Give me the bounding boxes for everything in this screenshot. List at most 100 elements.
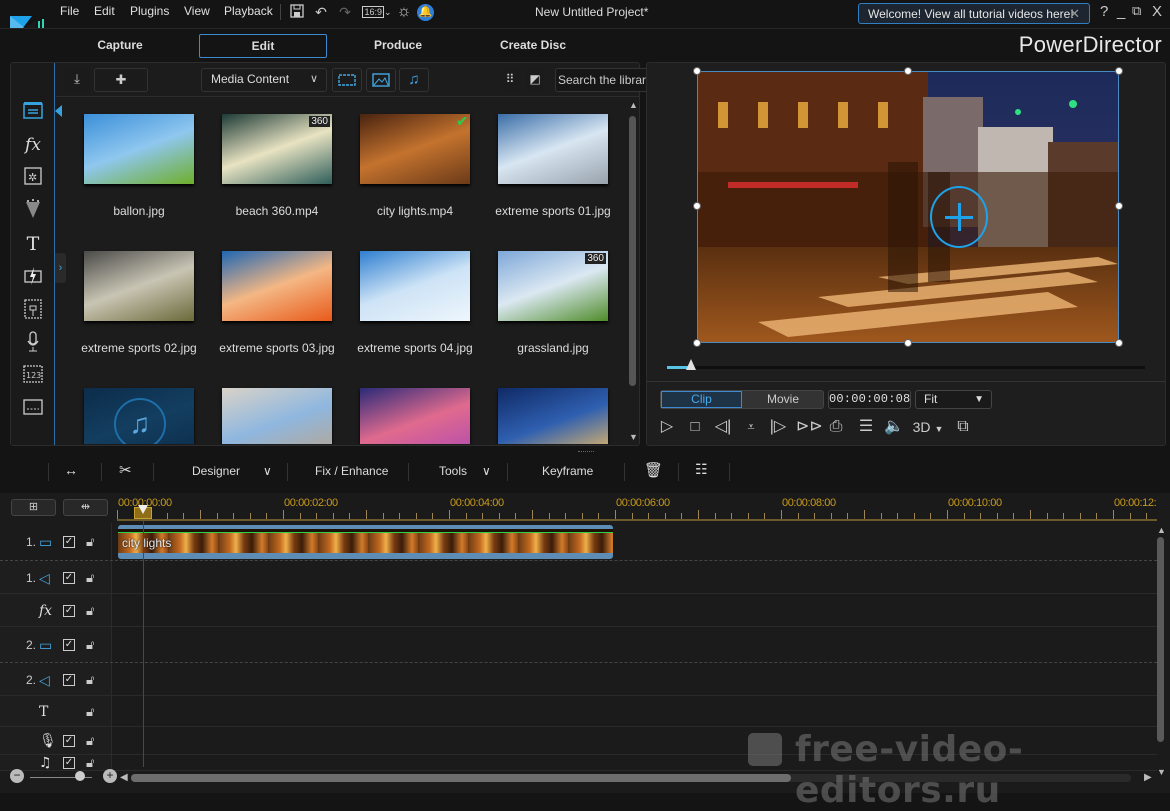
transition-room-icon[interactable]	[21, 266, 45, 290]
track-lock-icon[interactable]: 🔓︎	[86, 755, 94, 771]
track-lock-icon[interactable]: 🔓︎	[86, 603, 94, 619]
scroll-up-arrow[interactable]: ▲	[629, 100, 638, 110]
content-filter-dropdown[interactable]: Media Content ∨	[201, 68, 327, 92]
media-room-icon[interactable]	[21, 101, 45, 125]
resize-handle-tr[interactable]	[1115, 67, 1123, 75]
resize-handle-br[interactable]	[1115, 339, 1123, 347]
resize-handle-left[interactable]	[693, 202, 701, 210]
subtitle-list-icon[interactable]: ☰	[855, 416, 877, 438]
scissors-icon[interactable]: ✂	[119, 461, 132, 479]
redo-icon[interactable]: ↷	[336, 4, 354, 20]
library-item[interactable]: extreme sports 03.jpg	[208, 251, 346, 381]
resize-handle-bl[interactable]	[693, 339, 701, 347]
tab-capture[interactable]: Capture	[70, 34, 170, 58]
menu-view[interactable]: View	[184, 4, 210, 18]
timecode-field[interactable]: 00:00:00:08	[828, 390, 911, 409]
track-lock-icon[interactable]: 🔓︎	[86, 733, 94, 749]
library-item[interactable]: extreme sports 04.jpg	[346, 251, 484, 381]
timeline-clip-city-lights[interactable]: city lights	[118, 525, 613, 559]
library-item[interactable]	[484, 388, 622, 444]
chevron-down-icon[interactable]: ∨	[482, 464, 491, 478]
track-enable-checkbox[interactable]: ✓	[63, 536, 75, 548]
menu-playback[interactable]: Playback	[224, 4, 273, 18]
fit-timeline-button[interactable]: ⇹	[63, 499, 108, 516]
clip-mode-button[interactable]: Clip	[661, 391, 742, 408]
menu-file[interactable]: File	[60, 4, 79, 18]
track-lock-icon[interactable]: 🔓︎	[86, 570, 94, 586]
panel-resize-grip[interactable]	[578, 451, 594, 453]
track-enable-checkbox[interactable]: ✓	[63, 639, 75, 651]
library-item[interactable]: ♫	[70, 388, 208, 444]
timeline-track-title[interactable]: T 🔓︎	[0, 696, 1157, 727]
preview-video-frame[interactable]	[697, 71, 1119, 343]
subtitle-room-icon[interactable]	[21, 398, 45, 422]
movie-mode-button[interactable]: Movie	[743, 391, 823, 408]
undo-icon[interactable]: ↶	[312, 4, 330, 20]
thumbnail-size-icon[interactable]: ◩	[526, 68, 544, 92]
pip-objects-room-icon[interactable]: ✲	[21, 167, 45, 191]
track-enable-checkbox[interactable]: ✓	[63, 757, 75, 769]
library-item[interactable]: extreme sports 01.jpg	[484, 114, 622, 244]
3d-mode-button[interactable]: 3D ▼	[911, 416, 945, 438]
library-item[interactable]: ballon.jpg	[70, 114, 208, 244]
resize-handle-bottom[interactable]	[904, 339, 912, 347]
help-button[interactable]: ?	[1100, 3, 1108, 20]
library-item[interactable]: ✔ city lights.mp4	[346, 113, 484, 244]
vertical-scroll-thumb[interactable]	[1157, 537, 1164, 742]
track-enable-checkbox[interactable]: ✓	[63, 735, 75, 747]
chevron-down-icon[interactable]: ∨	[263, 464, 272, 478]
tools-button[interactable]: Tools	[439, 464, 467, 478]
fx-room-icon[interactable]: fx	[21, 133, 45, 157]
clip-list-icon[interactable]: ☷	[695, 461, 708, 478]
close-tip-icon[interactable]: ✕	[1069, 6, 1080, 22]
play-icon[interactable]: ▷	[656, 416, 678, 438]
zoom-in-icon[interactable]: +	[103, 769, 117, 783]
save-icon[interactable]	[288, 4, 306, 20]
designer-button[interactable]: Designer	[192, 464, 240, 478]
sort-grid-icon[interactable]: ⠿	[501, 68, 519, 92]
timeline-track-video[interactable]: 2. ▭ ✓ 🔓︎	[0, 627, 1157, 663]
track-enable-checkbox[interactable]: ✓	[63, 605, 75, 617]
menu-edit[interactable]: Edit	[94, 4, 115, 18]
track-lock-icon[interactable]: 🔓︎	[86, 637, 94, 653]
library-scroll-thumb[interactable]	[629, 116, 636, 386]
filter-music-icon[interactable]: ♫	[399, 68, 429, 92]
resize-handle-top[interactable]	[904, 67, 912, 75]
scroll-up-arrow[interactable]: ▲	[1157, 525, 1166, 535]
scroll-left-arrow[interactable]: ◀	[120, 772, 128, 783]
scrub-knob[interactable]	[685, 359, 696, 370]
track-manager-button[interactable]: ⊞	[11, 499, 56, 516]
next-frame-icon[interactable]: |▷	[767, 416, 789, 438]
preview-zoom-dropdown[interactable]: Fit ▼	[915, 390, 992, 409]
keyframe-button[interactable]: Keyframe	[542, 464, 593, 478]
move-cursor-icon[interactable]	[930, 186, 988, 248]
close-button[interactable]: X	[1152, 3, 1162, 20]
split-icon[interactable]: ↔	[64, 462, 78, 478]
track-enable-checkbox[interactable]: ✓	[63, 572, 75, 584]
track-enable-checkbox[interactable]: ✓	[63, 674, 75, 686]
track-lock-icon[interactable]: 🔓︎	[86, 672, 94, 688]
menu-plugins[interactable]: Plugins	[130, 4, 169, 18]
notification-bell-icon[interactable]: 🔔	[417, 4, 434, 21]
voiceover-room-icon[interactable]	[21, 331, 45, 355]
tab-produce[interactable]: Produce	[348, 34, 448, 58]
volume-icon[interactable]: 🔈	[883, 416, 905, 438]
title-room-icon[interactable]: T	[21, 232, 45, 256]
tutorial-tip-banner[interactable]: Welcome! View all tutorial videos here! …	[858, 3, 1090, 24]
previous-frame-icon[interactable]: ◁|	[712, 416, 734, 438]
particle-room-icon[interactable]	[21, 199, 45, 223]
zoom-slider-knob[interactable]	[74, 771, 85, 781]
audio-mixing-room-icon[interactable]	[21, 299, 45, 323]
library-item[interactable]: extreme sports 02.jpg	[70, 251, 208, 381]
track-lock-icon[interactable]: 🔓︎	[86, 704, 94, 720]
settings-gear-icon[interactable]: ☼	[395, 4, 413, 20]
stop-icon[interactable]: □	[684, 416, 706, 438]
library-item[interactable]	[346, 388, 484, 444]
track-lock-icon[interactable]: 🔓︎	[86, 534, 94, 550]
timeline-track-audio[interactable]: 2. ◁ ✓ 🔓︎	[0, 663, 1157, 696]
zoom-out-icon[interactable]: −	[10, 769, 24, 783]
playhead-handle[interactable]	[138, 505, 148, 514]
minimize-button[interactable]: _	[1117, 3, 1125, 20]
tab-create-disc[interactable]: Create Disc	[483, 34, 583, 58]
horizontal-scroll-thumb[interactable]	[131, 774, 791, 782]
